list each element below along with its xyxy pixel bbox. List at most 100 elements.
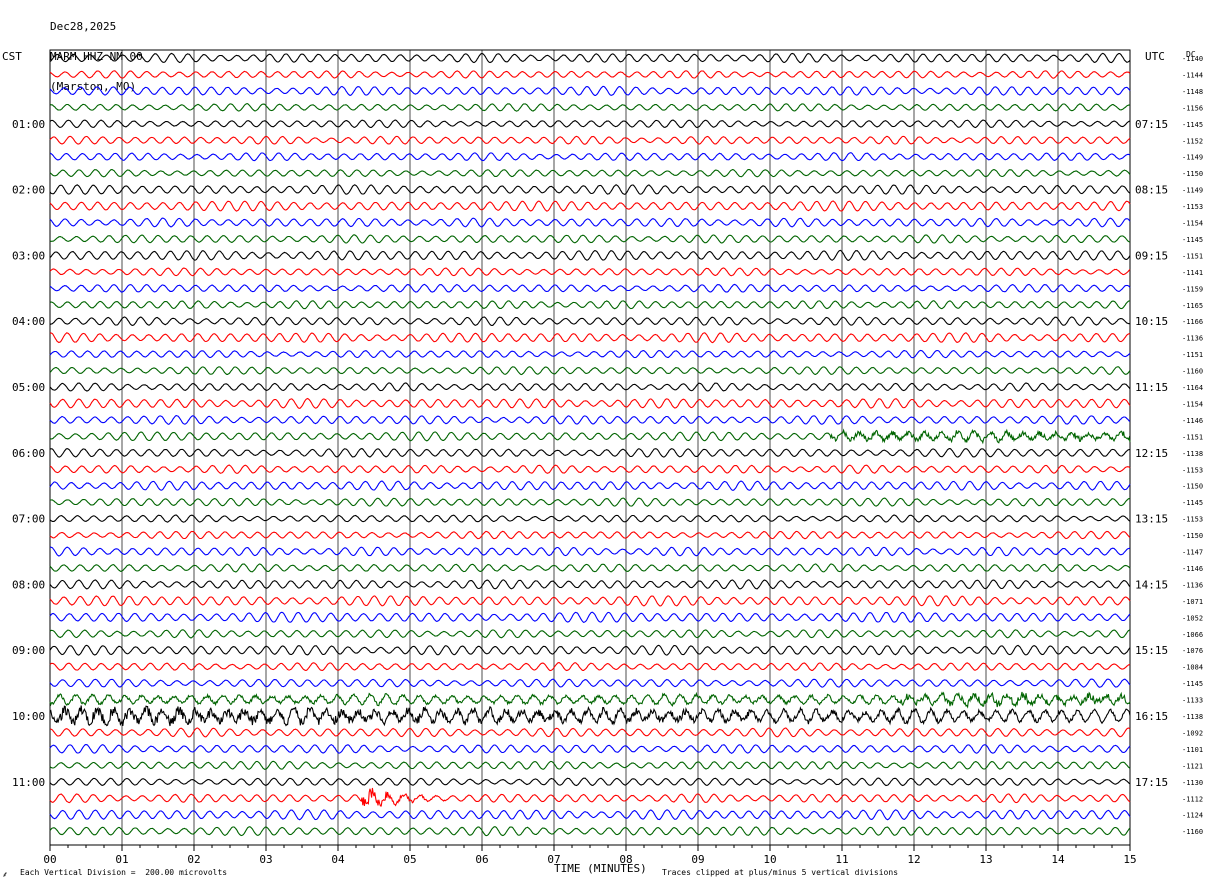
- x-tick-label: 01: [115, 853, 128, 866]
- trace-line: [49, 119, 1131, 129]
- dc-offset-label: -1121: [1182, 762, 1203, 770]
- trace-line: [49, 497, 1131, 507]
- cst-hour-label: 05:00: [12, 381, 45, 394]
- dc-offset-label: -1149: [1182, 187, 1203, 195]
- dc-offset-label: -1160: [1182, 828, 1203, 836]
- dc-offset-label: -1141: [1182, 269, 1203, 277]
- trace-line: [49, 152, 1131, 162]
- x-tick-label: 03: [259, 853, 272, 866]
- x-tick-label: 00: [43, 853, 56, 866]
- trace-line: [49, 611, 1131, 624]
- trace-line: [49, 349, 1131, 359]
- cst-hour-label: 06:00: [12, 447, 45, 460]
- x-tick-label: 02: [187, 853, 200, 866]
- trace-line: [49, 464, 1131, 474]
- trace-line: [49, 249, 1131, 261]
- trace-line: [49, 316, 1130, 326]
- trace-line: [49, 678, 1131, 688]
- x-tick-label: 14: [1051, 853, 1065, 866]
- utc-hour-label: 11:15: [1135, 381, 1168, 394]
- dc-offset-label: -1052: [1182, 614, 1203, 622]
- cst-hour-label: 10:00: [12, 710, 45, 723]
- trace-line: [49, 283, 1131, 293]
- vertical-division-note: Each Vertical Division = 200.00 microvol…: [20, 868, 228, 877]
- trace-line: [49, 563, 1131, 573]
- dc-offset-label: -1148: [1182, 88, 1203, 96]
- minute-grid: [49, 49, 1131, 846]
- dc-offset-label: -1145: [1182, 236, 1203, 244]
- dc-offset-labels: -1140 -1144 -1148 -1156 -1145 -1152 -1149 -1150…: [1182, 55, 1203, 836]
- dc-offset-label: -1153: [1182, 466, 1203, 474]
- dc-offset-label: -1133: [1182, 697, 1203, 705]
- cst-hour-labels: 01:00 02:00 03:00 04:00 05:00 06:00 07:00 08:00…: [12, 118, 45, 789]
- utc-hour-label: 14:15: [1135, 578, 1168, 591]
- x-tick-label: 15: [1123, 853, 1136, 866]
- trace-line: [49, 530, 1131, 540]
- seismic-traces: [49, 52, 1131, 837]
- dc-offset-label: -1150: [1182, 483, 1203, 491]
- dc-offset-label: -1138: [1182, 450, 1203, 458]
- utc-hour-label: 15:15: [1135, 644, 1168, 657]
- trace-line: [49, 52, 1131, 64]
- trace-line: [49, 480, 1131, 491]
- dc-offset-label: -1164: [1182, 384, 1203, 392]
- dc-offset-label: -1140: [1182, 55, 1203, 63]
- dc-offset-label: -1153: [1182, 516, 1203, 524]
- cst-hour-label: 09:00: [12, 644, 45, 657]
- plot-frame: [49, 49, 1131, 846]
- trace-line: [49, 332, 1131, 344]
- trace-line: [49, 103, 1131, 112]
- dc-offset-label: -1156: [1182, 104, 1203, 112]
- x-tick-label: 06: [475, 853, 488, 866]
- trace-line: [49, 546, 1131, 557]
- trace-line: [49, 200, 1131, 212]
- cst-hour-label: 04:00: [12, 315, 45, 328]
- trace-line: [49, 397, 1131, 409]
- trace-line: [49, 382, 1131, 392]
- trace-line: [49, 744, 1131, 754]
- utc-hour-label: 16:15: [1135, 710, 1168, 723]
- dc-offset-label: -1150: [1182, 532, 1203, 540]
- trace-line: [49, 184, 1131, 195]
- trace-line: [49, 415, 1131, 425]
- cst-hour-label: 07:00: [12, 513, 45, 526]
- cst-hour-label: 01:00: [12, 118, 45, 131]
- trace-line: [49, 579, 1131, 590]
- dc-offset-label: -1150: [1182, 170, 1203, 178]
- x-tick-label: 13: [979, 853, 992, 866]
- cst-hour-label: 02:00: [12, 184, 45, 197]
- trace-line: [49, 85, 1131, 96]
- trace-line: [50, 727, 1131, 738]
- dc-offset-label: -1144: [1182, 71, 1203, 79]
- trace-line: [49, 428, 1131, 445]
- dc-offset-label: -1154: [1182, 220, 1203, 228]
- dc-offset-label: -1130: [1182, 779, 1203, 787]
- trace-line: [49, 514, 1131, 523]
- dc-offset-label: -1124: [1182, 812, 1203, 820]
- helicorder-plot: 00 01 02 03 04 05 06 07 08 09 10 11 12 13 14 15 01:0002…: [12, 49, 1203, 866]
- dc-offset-label: -1151: [1182, 351, 1203, 359]
- trace-line: [49, 777, 1131, 787]
- dc-offset-label: -1101: [1182, 746, 1203, 754]
- dc-offset-label: -1160: [1182, 368, 1203, 376]
- dc-offset-label: -1146: [1182, 417, 1203, 425]
- dc-offset-label: -1152: [1182, 137, 1203, 145]
- dc-offset-label: -1153: [1182, 203, 1203, 211]
- utc-hour-label: 17:15: [1135, 776, 1168, 789]
- dc-offset-label: -1092: [1182, 729, 1203, 737]
- x-tick-label: 12: [907, 853, 920, 866]
- dc-offset-label: -1084: [1182, 664, 1203, 672]
- trace-line: [49, 705, 1131, 727]
- trace-line: [49, 662, 1131, 672]
- dc-offset-label: -1145: [1182, 121, 1203, 129]
- trace-line: [49, 809, 1131, 821]
- clip-note: Traces clipped at plus/minus 5 vertical …: [662, 868, 899, 877]
- dc-offset-label: -1154: [1182, 400, 1203, 408]
- x-tick-label: 04: [331, 853, 345, 866]
- utc-hour-label: 08:15: [1135, 184, 1168, 197]
- dc-offset-label: -1149: [1182, 154, 1203, 162]
- dc-offset-label: -1136: [1182, 581, 1203, 589]
- trace-line: [49, 366, 1131, 376]
- cst-hour-label: 03:00: [12, 249, 45, 262]
- trace-line: [49, 760, 1131, 770]
